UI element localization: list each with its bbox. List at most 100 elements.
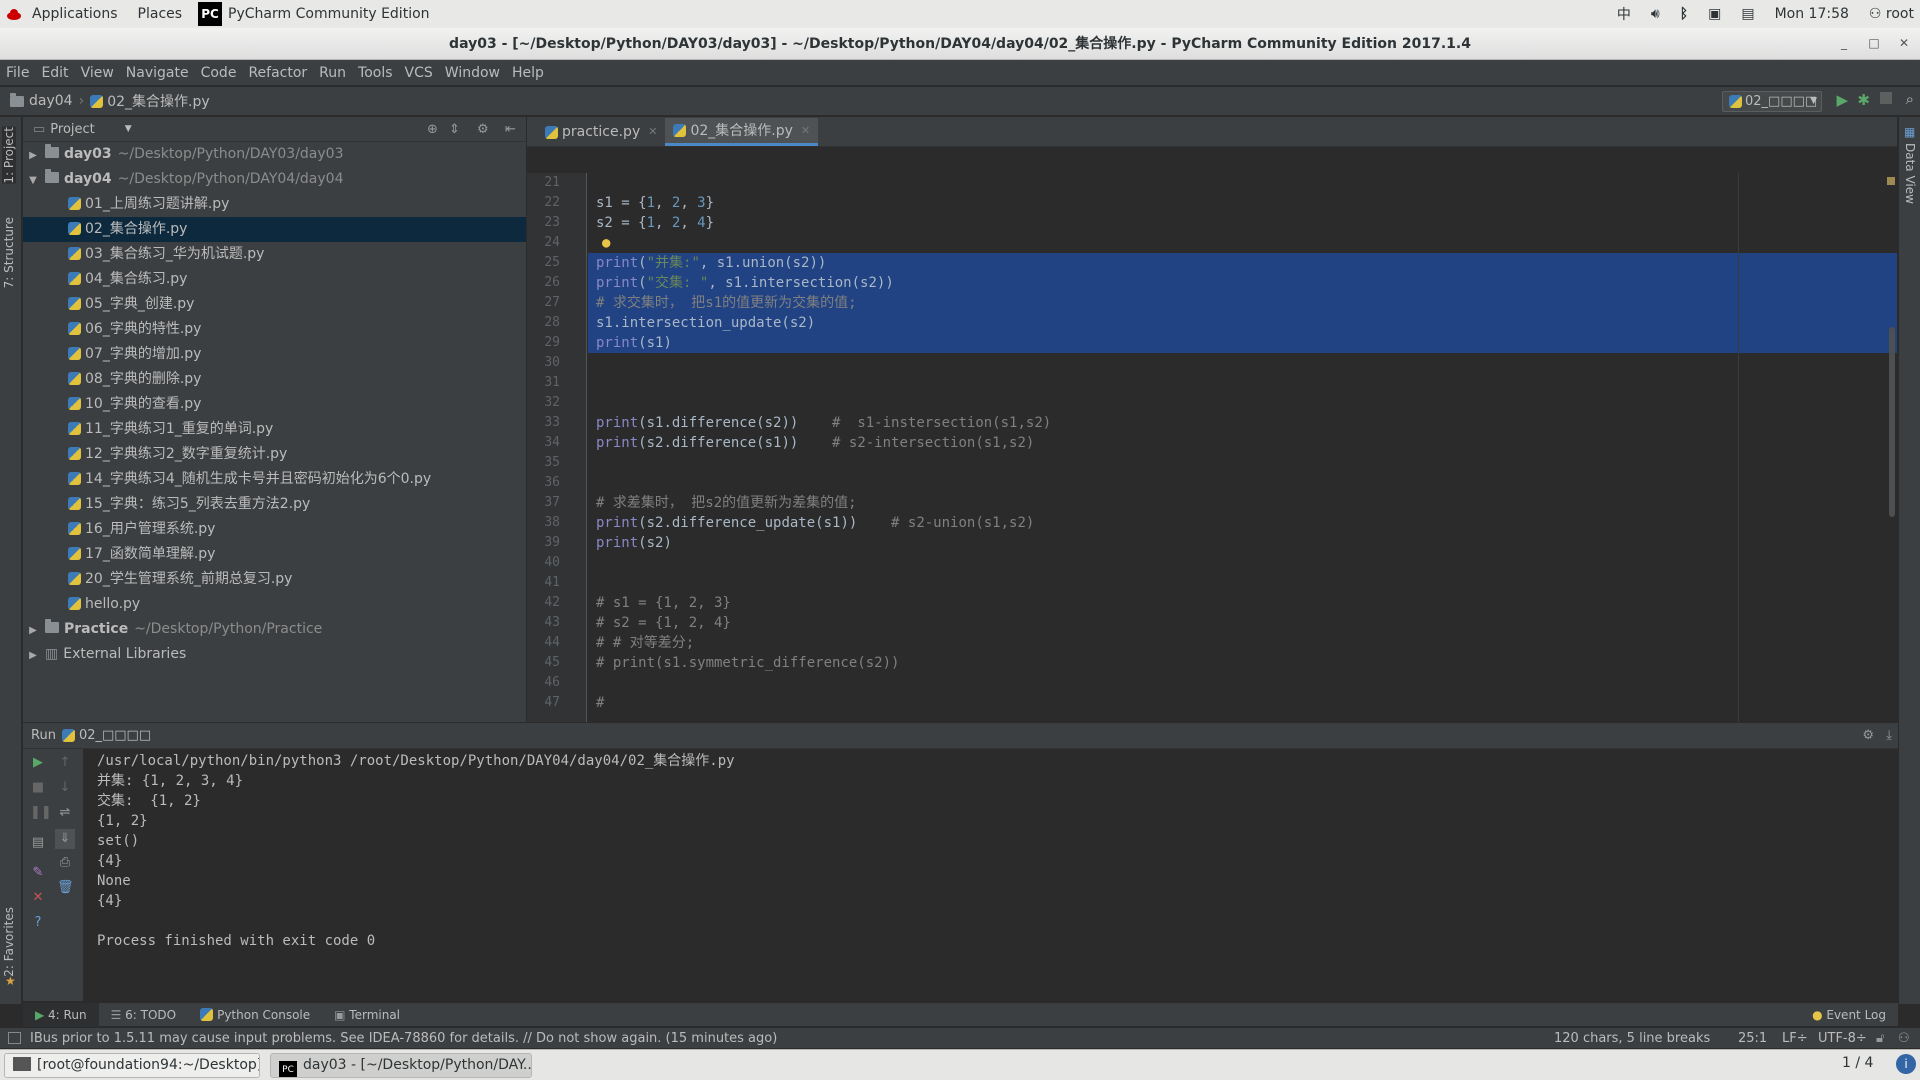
- help-icon[interactable]: ?: [30, 915, 46, 931]
- editor-scrollbar[interactable]: [1889, 327, 1895, 517]
- menu-run[interactable]: Run: [313, 65, 352, 81]
- print-icon[interactable]: ⎙: [57, 855, 73, 871]
- ime-indicator[interactable]: 中: [1617, 4, 1631, 24]
- chevron-right-icon[interactable]: ▶: [25, 143, 41, 168]
- tree-file[interactable]: 08_字典的删除.py: [23, 367, 526, 392]
- menu-window[interactable]: Window: [439, 65, 506, 81]
- chevron-right-icon[interactable]: ▶: [25, 643, 41, 668]
- menu-code[interactable]: Code: [195, 65, 243, 81]
- menu-file[interactable]: File: [0, 65, 35, 81]
- tree-root-day04[interactable]: ▼ day04 ~/Desktop/Python/DAY04/day04: [23, 167, 526, 192]
- bluetooth-icon[interactable]: ᛒ: [1680, 6, 1688, 22]
- applications-menu[interactable]: Applications: [22, 6, 128, 22]
- hide-panel-icon[interactable]: ⇤: [505, 122, 516, 137]
- network-icon[interactable]: ▣: [1708, 6, 1721, 22]
- tab-set-operations[interactable]: 02_集合操作.py ✕: [665, 118, 819, 146]
- stop-icon[interactable]: ■: [30, 780, 46, 796]
- tree-file[interactable]: 10_字典的查看.py: [23, 392, 526, 417]
- pin-icon[interactable]: ✎: [30, 865, 46, 881]
- tree-file[interactable]: 11_字典练习1_重复的单词.py: [23, 417, 526, 442]
- caret-position[interactable]: 25:1: [1738, 1028, 1767, 1049]
- locate-icon[interactable]: ⊕: [427, 122, 438, 137]
- file-encoding[interactable]: UTF-8÷: [1818, 1028, 1867, 1049]
- run-tool-tab[interactable]: ▶ 4: Run: [23, 1002, 99, 1027]
- search-icon[interactable]: ⌕: [1906, 90, 1914, 108]
- pause-icon[interactable]: ❚❚: [30, 805, 52, 821]
- tree-file[interactable]: 17_函数简单理解.py: [23, 542, 526, 567]
- clipboard-icon[interactable]: ▤: [1741, 6, 1754, 22]
- user-menu[interactable]: ⚇ root: [1869, 6, 1914, 22]
- tree-root-practice[interactable]: ▶ Practice ~/Desktop/Python/Practice: [23, 617, 526, 642]
- terminal-tool-tab[interactable]: ▣ Terminal: [322, 1003, 412, 1027]
- inspector-icon[interactable]: ⚇: [1898, 1028, 1910, 1049]
- chevron-down-icon[interactable]: ▼: [125, 124, 132, 134]
- menu-view[interactable]: View: [75, 65, 120, 81]
- breadcrumb-file[interactable]: 02_集合操作.py: [107, 91, 209, 111]
- run-icon[interactable]: ▶: [1836, 91, 1848, 109]
- tree-file[interactable]: 20_学生管理系统_前期总复习.py: [23, 567, 526, 592]
- run-console[interactable]: /usr/local/python/bin/python3 /root/Desk…: [85, 749, 1898, 1001]
- tree-file[interactable]: hello.py: [23, 592, 526, 617]
- task-terminal[interactable]: [root@foundation94:~/Desktop]: [4, 1053, 260, 1078]
- volume-icon[interactable]: 🔊︎: [1651, 6, 1660, 22]
- menu-navigate[interactable]: Navigate: [120, 65, 195, 81]
- tree-file[interactable]: 02_集合操作.py: [23, 217, 526, 242]
- soft-wrap-icon[interactable]: ⇌: [57, 805, 73, 821]
- tree-external-libraries[interactable]: ▶ ▥ External Libraries: [23, 642, 526, 667]
- tree-file[interactable]: 05_字典_创建.py: [23, 292, 526, 317]
- clock[interactable]: Mon 17:58: [1775, 6, 1849, 22]
- notification-icon[interactable]: i: [1896, 1054, 1916, 1074]
- project-tool-tab[interactable]: 1: Project: [2, 127, 16, 184]
- close-tab-icon[interactable]: ✕: [801, 118, 810, 144]
- tree-file[interactable]: 01_上周练习题讲解.py: [23, 192, 526, 217]
- data-view-tab[interactable]: Data View: [1903, 143, 1917, 204]
- structure-tool-tab[interactable]: 7: Structure: [2, 217, 16, 288]
- close-icon[interactable]: ✕: [30, 890, 46, 906]
- layout-icon[interactable]: ▤: [30, 835, 46, 851]
- maximize-icon[interactable]: □: [1864, 34, 1884, 52]
- scroll-to-end-icon[interactable]: ⇓: [55, 829, 75, 849]
- app-name[interactable]: PyCharm Community Edition: [222, 6, 429, 22]
- run-config-select[interactable]: 02_□□□□ ▼: [1722, 91, 1822, 112]
- lock-icon[interactable]: 🔓︎: [1876, 1028, 1884, 1049]
- up-arrow-icon[interactable]: ↑: [57, 755, 73, 771]
- status-toggle-icon[interactable]: [8, 1032, 21, 1044]
- menu-refactor[interactable]: Refactor: [242, 65, 313, 81]
- menu-vcs[interactable]: VCS: [399, 65, 439, 81]
- favorites-tool-tab[interactable]: 2: Favorites: [2, 907, 16, 977]
- python-console-tool-tab[interactable]: Python Console: [188, 1003, 322, 1027]
- menu-tools[interactable]: Tools: [352, 65, 399, 81]
- stop-icon[interactable]: [1880, 92, 1892, 104]
- tree-file[interactable]: 16_用户管理系统.py: [23, 517, 526, 542]
- tree-file[interactable]: 03_集合练习_华为机试题.py: [23, 242, 526, 267]
- tree-file[interactable]: 06_字典的特性.py: [23, 317, 526, 342]
- workspace-indicator[interactable]: 1 / 4: [1842, 1055, 1873, 1071]
- tree-file[interactable]: 12_字典练习2_数字重复统计.py: [23, 442, 526, 467]
- minimize-icon[interactable]: _: [1834, 34, 1854, 52]
- line-separator[interactable]: LF÷: [1782, 1028, 1808, 1049]
- chevron-right-icon[interactable]: ▶: [25, 618, 41, 643]
- places-menu[interactable]: Places: [128, 6, 193, 22]
- status-message[interactable]: IBus prior to 1.5.11 may cause input pro…: [30, 1028, 777, 1049]
- tree-file[interactable]: 15_字典：练习5_列表去重方法2.py: [23, 492, 526, 517]
- chevron-down-icon[interactable]: ▼: [25, 168, 41, 193]
- task-pycharm[interactable]: PC day03 - [~/Desktop/Python/DAY...: [270, 1053, 532, 1078]
- close-tab-icon[interactable]: ✕: [648, 119, 657, 145]
- event-log-tool-tab[interactable]: ● Event Log: [1800, 1003, 1898, 1027]
- hide-panel-icon[interactable]: ⤓: [1886, 728, 1892, 743]
- tree-file[interactable]: 04_集合练习.py: [23, 267, 526, 292]
- collapse-icon[interactable]: ⇕: [449, 122, 460, 137]
- gear-icon[interactable]: ⚙: [1862, 728, 1874, 743]
- rerun-icon[interactable]: ▶: [30, 755, 46, 771]
- code-area[interactable]: s1 = {1, 2, 3} s2 = {1, 2, 4} ● print("并…: [588, 173, 1897, 722]
- lightbulb-icon[interactable]: ●: [596, 235, 610, 251]
- debug-icon[interactable]: ✱: [1857, 91, 1870, 109]
- clear-all-icon[interactable]: 🗑︎: [57, 880, 74, 896]
- close-icon[interactable]: ✕: [1894, 34, 1914, 52]
- breadcrumb-folder[interactable]: day04: [29, 93, 73, 109]
- tree-file[interactable]: 14_字典练习4_随机生成卡号并且密码初始化为6个0.py: [23, 467, 526, 492]
- tree-file[interactable]: 07_字典的增加.py: [23, 342, 526, 367]
- project-view-select[interactable]: Project: [50, 122, 94, 137]
- down-arrow-icon[interactable]: ↓: [57, 780, 73, 796]
- tree-root-day03[interactable]: ▶ day03 ~/Desktop/Python/DAY03/day03: [23, 142, 526, 167]
